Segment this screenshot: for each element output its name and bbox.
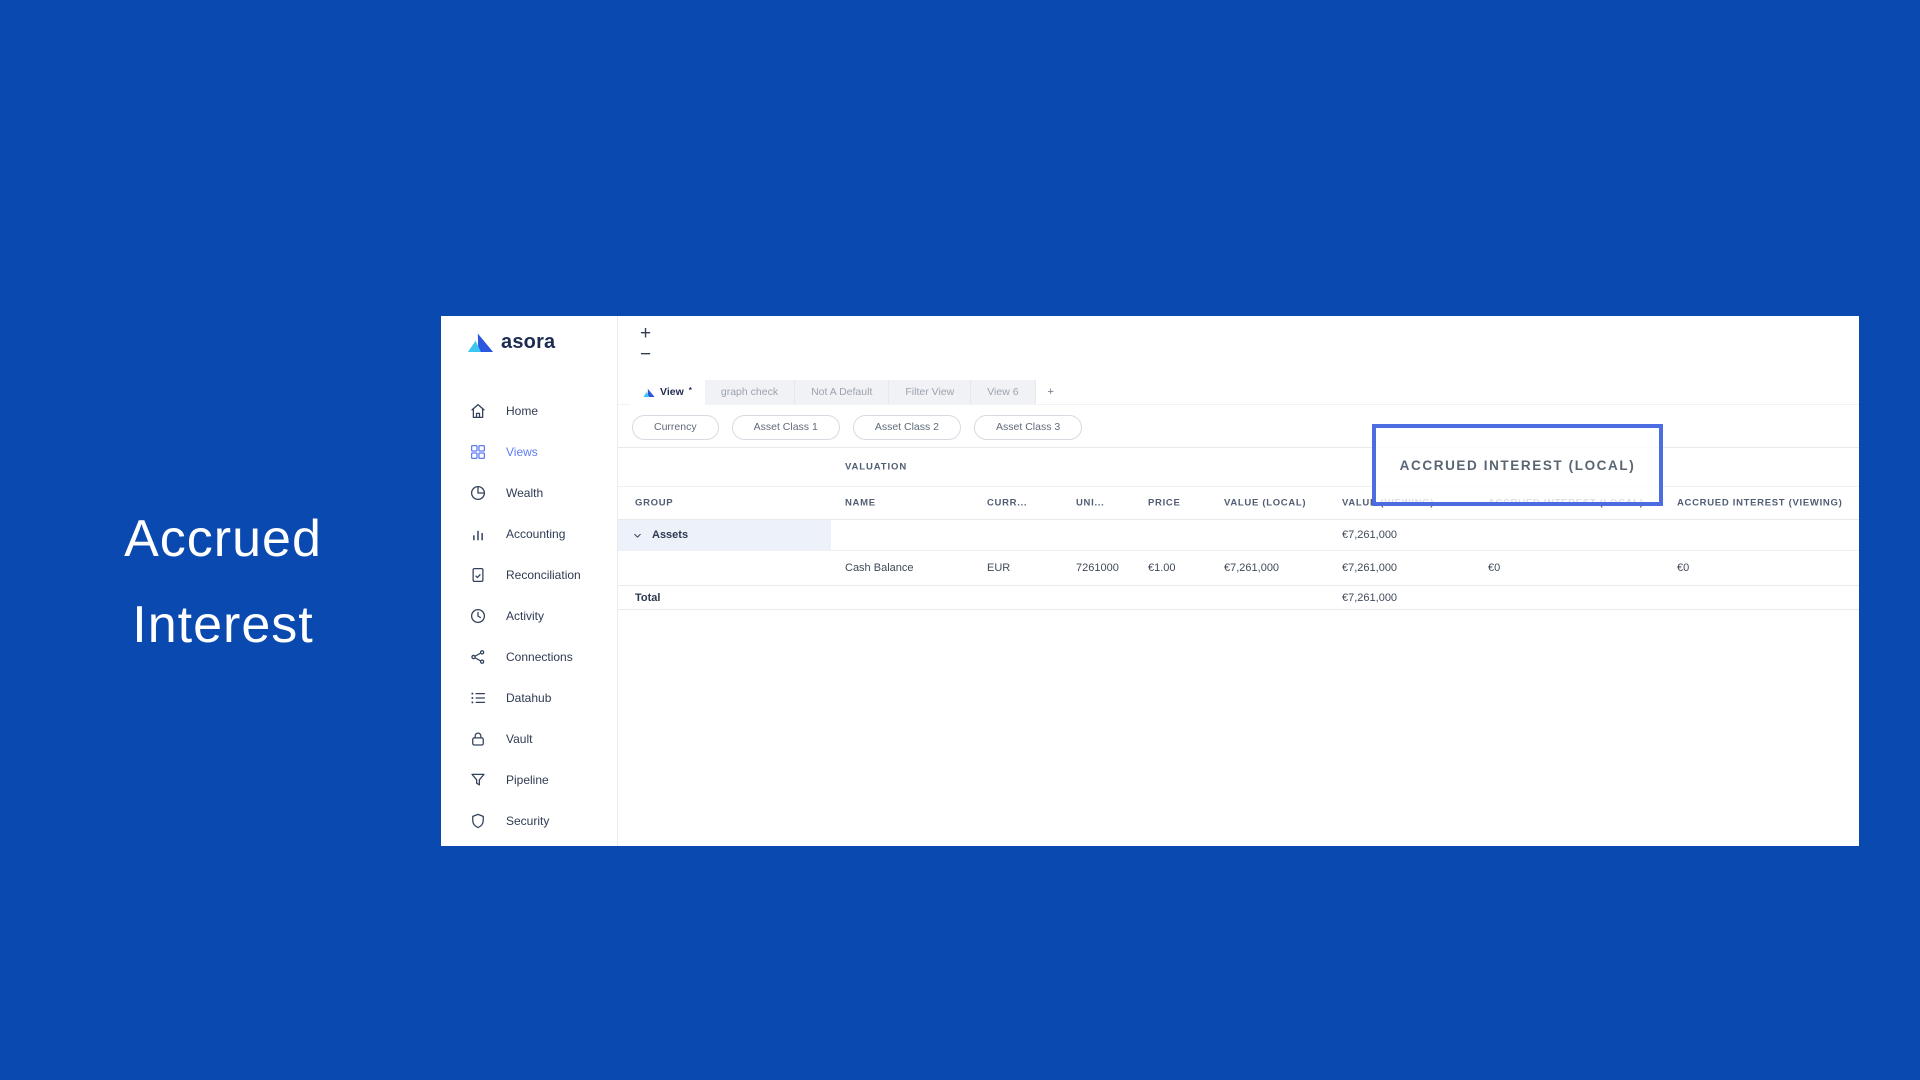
- funnel-icon: [469, 771, 487, 789]
- tab-filter-view[interactable]: Filter View: [889, 380, 972, 404]
- lock-icon: [469, 730, 487, 748]
- sidebar-item-label: Wealth: [506, 485, 544, 500]
- brand-wordmark: asora: [501, 331, 556, 353]
- asora-tab-logo-icon: [643, 388, 655, 398]
- sidebar-item-label: Views: [506, 444, 538, 459]
- slide-title-line1: Accrued: [124, 510, 322, 568]
- clock-icon: [469, 607, 487, 625]
- page-background: Accrued Interest asora Home Views Wealth…: [0, 0, 1920, 1080]
- tab-modified-indicator: *: [688, 385, 692, 395]
- zoom-controls: + −: [640, 324, 651, 364]
- sidebar-item-label: Connections: [506, 649, 573, 664]
- tab-view[interactable]: View *: [630, 380, 705, 405]
- home-icon: [469, 402, 487, 420]
- sidebar: asora Home Views Wealth Accounting Recon…: [441, 316, 618, 846]
- price-cell: €1.00: [1148, 562, 1176, 574]
- sidebar-item-views[interactable]: Views: [441, 431, 617, 472]
- bar-chart-icon: [469, 525, 487, 543]
- sidebar-nav: Home Views Wealth Accounting Reconciliat…: [441, 390, 617, 841]
- column-header-group[interactable]: GROUP: [635, 498, 673, 509]
- group-value-viewing-cell: €7,261,000: [1342, 529, 1398, 541]
- list-icon: [469, 689, 487, 707]
- shield-icon: [469, 812, 487, 830]
- tab-graph-check[interactable]: graph check: [704, 380, 796, 404]
- total-value-viewing-cell: €7,261,000: [1342, 591, 1398, 604]
- sidebar-item-label: Reconciliation: [506, 567, 581, 582]
- filter-chips: Currency Asset Class 1 Asset Class 2 Ass…: [632, 415, 1083, 440]
- zoom-in-button[interactable]: +: [640, 324, 651, 343]
- column-header-units[interactable]: UNI...: [1076, 498, 1104, 509]
- sidebar-item-wealth[interactable]: Wealth: [441, 472, 617, 513]
- sidebar-item-label: Datahub: [506, 690, 552, 705]
- slide-title-line2: Interest: [132, 596, 314, 654]
- sidebar-item-label: Accounting: [506, 526, 566, 541]
- main-content: + − View * graph check Not A Default Filt: [618, 316, 1859, 846]
- sidebar-item-label: Vault: [506, 731, 533, 746]
- accrued-interest-highlight-box: ACCRUED INTEREST (LOCAL): [1372, 424, 1663, 506]
- accrued-interest-viewing-cell: €0: [1677, 562, 1690, 574]
- table-row[interactable]: Cash Balance EUR 7261000 €1.00 €7,261,00…: [618, 551, 1859, 586]
- name-cell: Cash Balance: [845, 562, 914, 574]
- sidebar-item-reconciliation[interactable]: Reconciliation: [441, 554, 617, 595]
- group-cell[interactable]: Assets: [632, 529, 688, 541]
- sidebar-item-label: Pipeline: [506, 772, 549, 787]
- tab-label: View: [660, 386, 684, 398]
- zoom-out-button[interactable]: −: [640, 345, 651, 364]
- column-header-name[interactable]: NAME: [845, 498, 876, 509]
- filter-chip-asset-class-1[interactable]: Asset Class 1: [731, 415, 840, 440]
- sidebar-item-connections[interactable]: Connections: [441, 636, 617, 677]
- brand-logo: asora: [467, 331, 555, 354]
- app-window: asora Home Views Wealth Accounting Recon…: [441, 316, 1859, 846]
- grid-icon: [469, 443, 487, 461]
- total-row-label: Total: [635, 591, 661, 604]
- filter-chip-asset-class-3[interactable]: Asset Class 3: [974, 415, 1083, 440]
- sidebar-item-vault[interactable]: Vault: [441, 718, 617, 759]
- group-row-assets[interactable]: Assets €7,261,000: [618, 520, 1859, 551]
- value-viewing-cell: €7,261,000: [1342, 562, 1398, 574]
- asora-logo-icon: [467, 332, 494, 354]
- document-check-icon: [469, 566, 487, 584]
- value-local-cell: €7,261,000: [1224, 562, 1280, 574]
- view-tabs: View * graph check Not A Default Filter V…: [630, 380, 1066, 405]
- total-row: Total €7,261,000: [618, 586, 1859, 610]
- sidebar-item-label: Security: [506, 813, 550, 828]
- sidebar-item-activity[interactable]: Activity: [441, 595, 617, 636]
- column-group-header-row: VALUATION: [618, 447, 1859, 487]
- filter-chip-asset-class-2[interactable]: Asset Class 2: [852, 415, 962, 440]
- units-cell: 7261000: [1076, 562, 1119, 574]
- slide-title: Accrued Interest: [38, 496, 408, 668]
- tab-not-a-default[interactable]: Not A Default: [795, 380, 890, 404]
- sidebar-item-label: Home: [506, 403, 539, 418]
- column-header-accrued-interest-viewing[interactable]: ACCRUED INTEREST (VIEWING): [1677, 498, 1842, 509]
- column-header-price[interactable]: PRICE: [1148, 498, 1181, 509]
- group-row-label: Assets: [652, 529, 689, 541]
- accrued-interest-highlight-label: ACCRUED INTEREST (LOCAL): [1399, 457, 1636, 473]
- table-header-row: GROUP NAME CURR... UNI... PRICE VALUE (L…: [618, 487, 1859, 520]
- chevron-down-icon[interactable]: [632, 530, 643, 541]
- sidebar-item-accounting[interactable]: Accounting: [441, 513, 617, 554]
- pie-chart-icon: [469, 484, 487, 502]
- valuation-table: VALUATION GROUP NAME CURR... UNI... PRIC…: [618, 447, 1859, 610]
- sidebar-item-security[interactable]: Security: [441, 800, 617, 841]
- tab-view-6[interactable]: View 6: [971, 380, 1036, 404]
- sidebar-item-label: Activity: [506, 608, 545, 623]
- column-header-value-local[interactable]: VALUE (LOCAL): [1224, 498, 1306, 509]
- share-icon: [469, 648, 487, 666]
- valuation-group-header: VALUATION: [845, 461, 908, 473]
- sidebar-item-home[interactable]: Home: [441, 390, 617, 431]
- column-header-currency[interactable]: CURR...: [987, 498, 1027, 509]
- sidebar-item-pipeline[interactable]: Pipeline: [441, 759, 617, 800]
- sidebar-item-datahub[interactable]: Datahub: [441, 677, 617, 718]
- filter-chip-currency[interactable]: Currency: [632, 415, 719, 440]
- accrued-interest-local-cell: €0: [1488, 562, 1501, 574]
- currency-cell: EUR: [987, 562, 1011, 574]
- add-tab-button[interactable]: +: [1036, 380, 1066, 404]
